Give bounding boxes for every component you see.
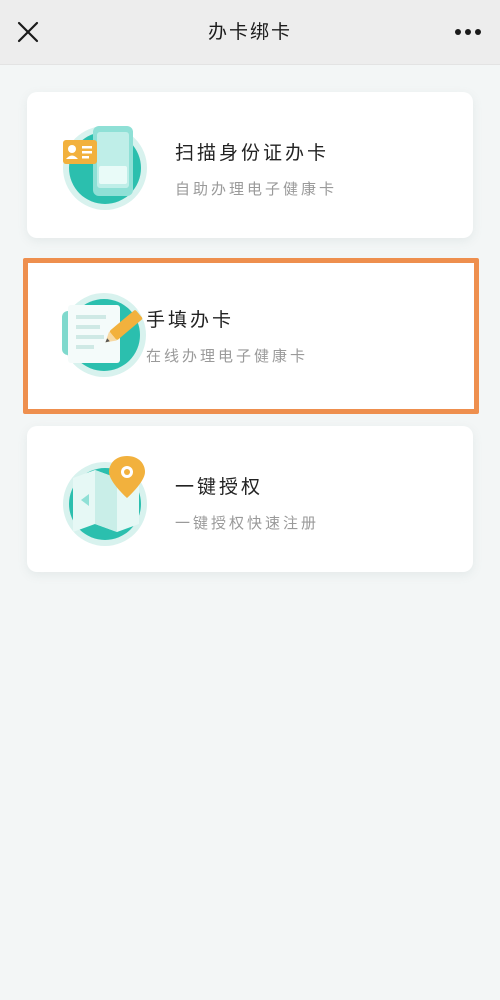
location-map-icon xyxy=(63,456,147,546)
page-title: 办卡绑卡 xyxy=(207,21,292,43)
close-button[interactable] xyxy=(8,12,48,52)
top-bar: 办卡绑卡 xyxy=(0,0,500,65)
option-description: 一键授权快速注册 xyxy=(175,514,320,532)
option-label: 手填办卡 xyxy=(146,309,235,331)
more-button[interactable] xyxy=(448,12,488,52)
close-icon xyxy=(17,21,39,43)
option-description: 自助办理电子健康卡 xyxy=(175,180,338,198)
option-description: 在线办理电子健康卡 xyxy=(146,347,309,365)
option-label: 一键授权 xyxy=(175,476,264,498)
id-card-scan-icon xyxy=(63,126,147,210)
option-card-scan-id[interactable]: 扫描身份证办卡 自助办理电子健康卡 xyxy=(27,92,473,238)
option-card-authorize[interactable]: 一键授权 一键授权快速注册 xyxy=(27,426,473,572)
manual-form-icon xyxy=(62,293,146,377)
more-dots-icon xyxy=(455,29,481,35)
option-label: 扫描身份证办卡 xyxy=(175,142,330,164)
option-card-manual[interactable]: 手填办卡 在线办理电子健康卡 xyxy=(23,258,479,414)
